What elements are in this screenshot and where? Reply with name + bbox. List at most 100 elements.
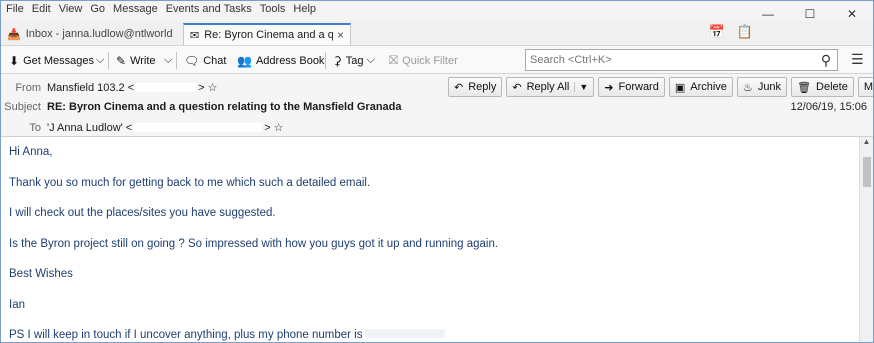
reply-all-icon: ↶ bbox=[512, 81, 522, 94]
menu: File Edit View Go Message Events and Tasks Too… bbox=[6, 3, 316, 15]
subject-label: Subject bbox=[4, 101, 41, 113]
write-button[interactable]: ✎ Write bbox=[116, 50, 156, 71]
tab-message[interactable]: ✉ Re: Byron Cinema and a que × bbox=[183, 23, 351, 45]
tab-inbox[interactable]: 📥 Inbox - janna.ludlow@ntlworld bbox=[1, 23, 179, 45]
tab-tools: 📅 📋 bbox=[709, 24, 753, 40]
forward-icon: ➜ bbox=[604, 81, 614, 94]
forward-label: Forward bbox=[618, 81, 659, 93]
tag-label: Tag bbox=[345, 54, 364, 67]
tag-icon: ⚳ bbox=[333, 53, 342, 68]
menu-item-events-and-tasks[interactable]: Events and Tasks bbox=[166, 3, 252, 15]
address-book-label: Address Book bbox=[255, 54, 325, 67]
divider bbox=[108, 52, 109, 69]
get-messages-label: Get Messages bbox=[23, 54, 94, 67]
menu-item-tools[interactable]: Tools bbox=[260, 3, 286, 15]
to-value[interactable]: 'J Anna Ludlow' < bbox=[47, 122, 132, 134]
get-messages-button[interactable]: ⬇ Get Messages bbox=[9, 50, 94, 71]
menu-item-edit[interactable]: Edit bbox=[32, 3, 51, 15]
main-toolbar: ⬇ Get Messages ⌵ ✎ Write ⌵ 🗨 Chat 👥 Addr… bbox=[1, 45, 873, 74]
quick-filter-label: Quick Filter bbox=[402, 54, 458, 67]
from-label: From bbox=[15, 81, 41, 94]
download-icon: ⬇ bbox=[9, 53, 20, 68]
reply-all-button[interactable]: ↶ Reply All ▼ bbox=[506, 77, 595, 97]
body-line: Is the Byron project still on going ? So… bbox=[9, 237, 499, 250]
menu-bar: File Edit View Go Message Events and Tasks Too… bbox=[1, 1, 873, 21]
quick-filter-button[interactable]: ⛝ Quick Filter bbox=[389, 50, 458, 71]
write-dropdown[interactable]: ⌵ bbox=[164, 50, 172, 71]
delete-button[interactable]: 🗑 Delete bbox=[791, 77, 854, 97]
archive-button[interactable]: ▣ Archive bbox=[668, 77, 733, 97]
star-icon[interactable]: ☆ bbox=[208, 81, 218, 94]
get-messages-dropdown[interactable]: ⌵ bbox=[96, 50, 104, 71]
menu-item-file[interactable]: File bbox=[6, 3, 24, 15]
thunderbird-window: File Edit View Go Message Events and Tasks Too… bbox=[0, 0, 874, 343]
reply-label: Reply bbox=[468, 81, 497, 93]
reply-all-label: Reply All bbox=[526, 81, 570, 93]
reply-button[interactable]: ↶ Reply bbox=[448, 77, 503, 97]
calendar-icon[interactable]: 📅 bbox=[709, 24, 725, 40]
write-label: Write bbox=[130, 54, 156, 67]
to-label: To bbox=[29, 121, 41, 134]
chat-button[interactable]: 🗨 Chat bbox=[184, 50, 226, 71]
scroll-thumb[interactable] bbox=[863, 157, 871, 187]
pencil-icon: ✎ bbox=[116, 53, 127, 68]
chat-icon: 🗨 bbox=[184, 53, 200, 68]
body-line: Thank you so much for getting back to me… bbox=[9, 176, 371, 189]
to-row: To 'J Anna Ludlow' < > ☆ bbox=[1, 121, 284, 135]
subject-value: RE: Byron Cinema and a question relating… bbox=[47, 101, 402, 113]
chevron-down-icon: ⌵ bbox=[366, 54, 375, 66]
reply-icon: ↶ bbox=[454, 81, 464, 94]
menu-item-go[interactable]: Go bbox=[90, 3, 105, 15]
archive-label: Archive bbox=[690, 81, 727, 93]
tab-label: Inbox - janna.ludlow@ntlworld bbox=[25, 28, 173, 40]
tab-label: Re: Byron Cinema and a que bbox=[204, 29, 333, 41]
divider bbox=[325, 52, 326, 69]
tag-button[interactable]: ⚳ Tag ⌵ bbox=[333, 50, 375, 71]
more-button[interactable]: More▼ bbox=[857, 77, 873, 97]
contacts-icon: 👥 bbox=[237, 53, 252, 68]
chevron-down-icon: ⌵ bbox=[96, 54, 105, 66]
body-scrollbar[interactable]: ▲ bbox=[859, 137, 873, 342]
junk-label: Junk bbox=[757, 81, 782, 93]
search-input[interactable] bbox=[530, 54, 815, 66]
chevron-down-icon[interactable]: ▼ bbox=[574, 82, 588, 92]
body-line: Hi Anna, bbox=[9, 146, 53, 158]
menu-item-view[interactable]: View bbox=[59, 3, 83, 15]
forward-button[interactable]: ➜ Forward bbox=[598, 77, 665, 97]
redacted-address bbox=[134, 123, 263, 132]
ps-text: PS I will keep in touch if I uncover any… bbox=[9, 329, 363, 341]
divider bbox=[176, 52, 177, 69]
delete-label: Delete bbox=[816, 81, 848, 93]
tasks-icon[interactable]: 📋 bbox=[737, 24, 753, 40]
message-body: Hi Anna, Thank you so much for getting b… bbox=[1, 137, 859, 342]
message-header: From Mansfield 103.2 < > ☆ ↶ Reply ↶ Reply… bbox=[1, 74, 873, 137]
envelope-icon: ✉ bbox=[190, 29, 200, 42]
chevron-right-icon: > bbox=[198, 81, 205, 94]
search-box[interactable]: ⚲ bbox=[525, 49, 838, 71]
search-icon[interactable]: ⚲ bbox=[815, 52, 837, 69]
scroll-up-icon[interactable]: ▲ bbox=[860, 137, 873, 151]
chevron-down-icon: ⌵ bbox=[164, 54, 173, 66]
from-value[interactable]: Mansfield 103.2 < bbox=[47, 82, 134, 94]
menu-item-help[interactable]: Help bbox=[293, 3, 316, 15]
tab-bar: 📥 Inbox - janna.ludlow@ntlworld ✉ Re: By… bbox=[1, 21, 873, 45]
chevron-right-icon: > bbox=[264, 121, 271, 134]
filter-icon: ⛝ bbox=[389, 53, 399, 67]
subject-row: Subject RE: Byron Cinema and a question … bbox=[1, 101, 402, 113]
close-tab-icon[interactable]: × bbox=[337, 28, 344, 42]
app-menu-icon[interactable]: ☰ bbox=[851, 51, 864, 68]
more-label: More bbox=[863, 81, 873, 93]
menu-item-message[interactable]: Message bbox=[113, 3, 158, 15]
star-icon[interactable]: ☆ bbox=[274, 121, 284, 134]
chat-label: Chat bbox=[203, 54, 227, 67]
from-row: From Mansfield 103.2 < > ☆ bbox=[1, 81, 218, 95]
address-book-button[interactable]: 👥 Address Book bbox=[237, 50, 324, 71]
message-date: 12/06/19, 15:06 bbox=[790, 101, 867, 113]
archive-icon: ▣ bbox=[674, 81, 686, 94]
body-line: I will check out the places/sites you ha… bbox=[9, 207, 276, 219]
body-line: Best Wishes bbox=[9, 268, 73, 280]
junk-button[interactable]: ♨ Junk bbox=[736, 77, 788, 97]
redacted-phone bbox=[364, 329, 445, 338]
flame-icon: ♨ bbox=[742, 81, 753, 94]
message-actions: ↶ Reply ↶ Reply All ▼ ➜ Forward ▣ Archive ♨ Ju… bbox=[448, 77, 873, 97]
